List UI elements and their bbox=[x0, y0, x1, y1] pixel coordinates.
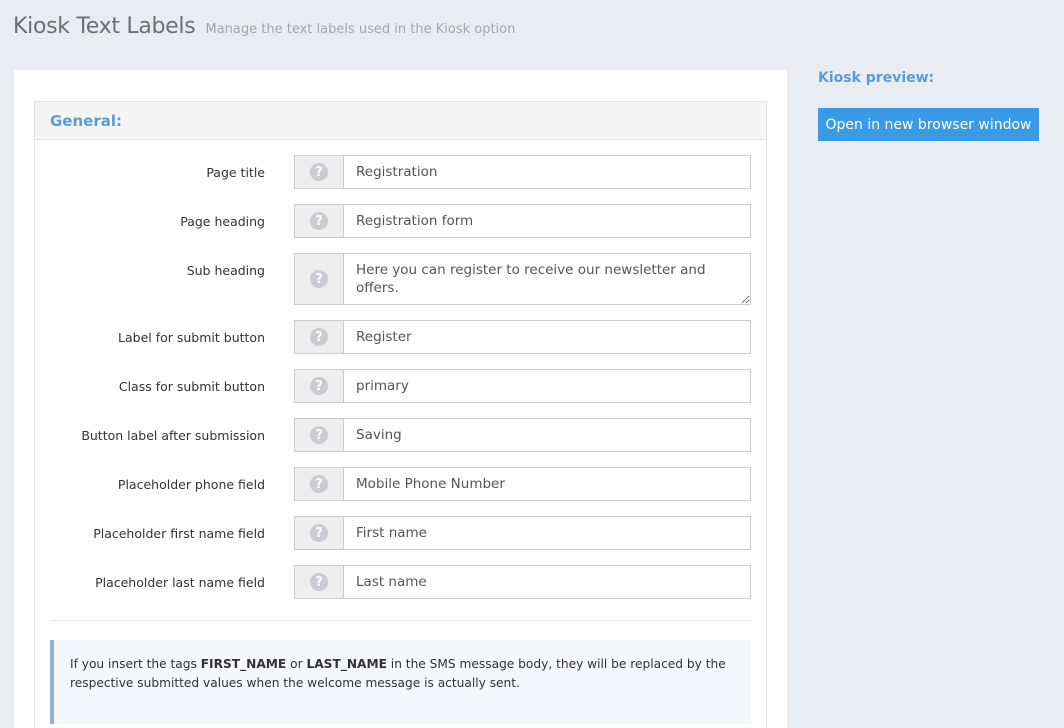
help-addon[interactable]: ? bbox=[294, 369, 344, 403]
info-tag-first-name: FIRST_NAME bbox=[200, 657, 287, 671]
submit-label-input[interactable] bbox=[343, 320, 751, 354]
field-label: Placeholder first name field bbox=[93, 526, 265, 541]
field-label: Page heading bbox=[180, 214, 265, 229]
question-circle-icon: ? bbox=[310, 163, 328, 181]
panel-heading: General: bbox=[35, 102, 766, 140]
phone-placeholder-input[interactable] bbox=[343, 467, 751, 501]
help-addon[interactable]: ? bbox=[294, 253, 344, 305]
panel-heading-title: General: bbox=[50, 112, 122, 130]
sub-heading-textarea[interactable]: Here you can register to receive our new… bbox=[343, 253, 751, 305]
page-title-input[interactable] bbox=[343, 155, 751, 189]
info-text: or bbox=[286, 657, 307, 671]
question-circle-icon: ? bbox=[310, 212, 328, 230]
help-addon[interactable]: ? bbox=[294, 467, 344, 501]
page-subtitle: Manage the text labels used in the Kiosk… bbox=[205, 22, 516, 37]
question-circle-icon: ? bbox=[310, 524, 328, 542]
info-callout: If you insert the tags FIRST_NAME or LAS… bbox=[50, 640, 751, 724]
divider bbox=[50, 620, 751, 621]
field-label: Placeholder phone field bbox=[117, 477, 265, 492]
question-circle-icon: ? bbox=[310, 270, 328, 288]
page-heading-input[interactable] bbox=[343, 204, 751, 238]
question-circle-icon: ? bbox=[310, 377, 328, 395]
question-circle-icon: ? bbox=[310, 426, 328, 444]
general-panel: General: Page title ? Page heading ? Sub… bbox=[34, 101, 767, 728]
help-addon[interactable]: ? bbox=[294, 516, 344, 550]
help-addon[interactable]: ? bbox=[294, 320, 344, 354]
help-addon[interactable]: ? bbox=[294, 155, 344, 189]
info-tag-last-name: LAST_NAME bbox=[306, 657, 387, 671]
question-circle-icon: ? bbox=[310, 328, 328, 346]
page-header: Kiosk Text Labels Manage the text labels… bbox=[13, 14, 515, 39]
info-text: If you insert the tags bbox=[70, 657, 201, 671]
question-circle-icon: ? bbox=[310, 475, 328, 493]
kiosk-preview-title: Kiosk preview: bbox=[818, 70, 935, 86]
help-addon[interactable]: ? bbox=[294, 204, 344, 238]
field-label: Button label after submission bbox=[81, 428, 265, 443]
field-label: Sub heading bbox=[186, 263, 265, 278]
field-label: Page title bbox=[206, 165, 265, 180]
field-label: Label for submit button bbox=[118, 330, 265, 345]
submit-class-input[interactable] bbox=[343, 369, 751, 403]
page-title: Kiosk Text Labels bbox=[13, 14, 196, 39]
field-label: Class for submit button bbox=[118, 379, 265, 394]
first-name-placeholder-input[interactable] bbox=[343, 516, 751, 550]
main-card: General: Page title ? Page heading ? Sub… bbox=[14, 70, 787, 728]
help-addon[interactable]: ? bbox=[294, 418, 344, 452]
open-in-new-window-button[interactable]: Open in new browser window bbox=[818, 108, 1039, 141]
question-circle-icon: ? bbox=[310, 573, 328, 591]
field-label: Placeholder last name field bbox=[95, 575, 265, 590]
last-name-placeholder-input[interactable] bbox=[343, 565, 751, 599]
after-submission-input[interactable] bbox=[343, 418, 751, 452]
help-addon[interactable]: ? bbox=[294, 565, 344, 599]
